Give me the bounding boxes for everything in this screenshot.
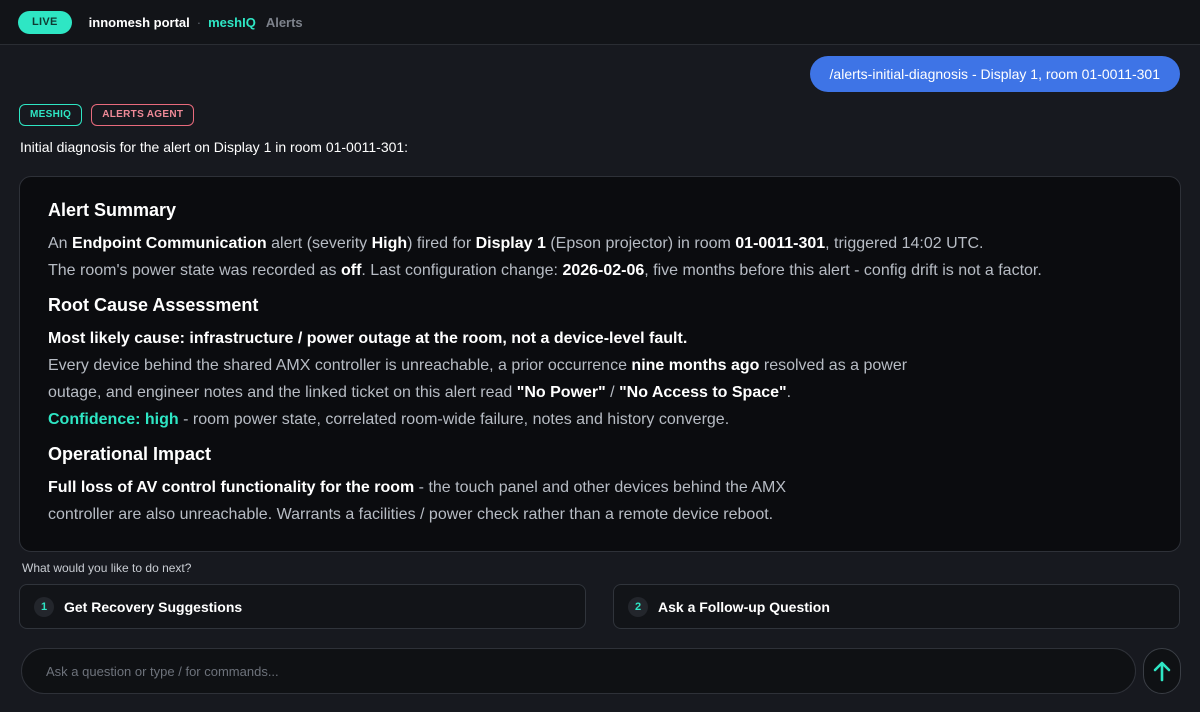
send-button[interactable] <box>1143 648 1181 694</box>
top-bar: LIVE innomesh portal · meshIQ Alerts <box>0 0 1200 45</box>
live-badge: LIVE <box>18 10 72 34</box>
get-recovery-suggestions-button[interactable]: 1 Get Recovery Suggestions <box>19 584 586 629</box>
breadcrumb-meshiq[interactable]: meshIQ <box>208 15 256 30</box>
alerts-agent-tag: ALERTS AGENT <box>91 104 195 126</box>
alert-summary-heading: Alert Summary <box>48 200 177 220</box>
root-cause-body: Every device behind the shared AMX contr… <box>48 357 908 401</box>
summary-line-2: The room's power state was recorded as o… <box>48 262 1042 279</box>
breadcrumb-alerts[interactable]: Alerts <box>266 15 303 30</box>
confidence-label: Confidence: high <box>48 411 179 428</box>
action-label: Ask a Follow-up Question <box>658 598 830 615</box>
root-cause-lead: Most likely cause: infrastructure / powe… <box>48 330 688 347</box>
meshiq-tag: MESHIQ <box>19 104 83 126</box>
breadcrumb-separator: · <box>196 14 202 30</box>
diagnosis-card: Alert Summary An Endpoint Communication … <box>19 176 1181 552</box>
alert-summary-section: Alert Summary An Endpoint Communication … <box>48 199 1152 284</box>
user-message-bubble: /alerts-initial-diagnosis - Display 1, r… <box>809 56 1180 92</box>
root-cause-heading: Root Cause Assessment <box>48 295 259 315</box>
summary-line-1: An Endpoint Communication alert (severit… <box>48 235 984 252</box>
confidence-line: Confidence: high - room power state, cor… <box>48 411 730 428</box>
operational-impact-section: Operational Impact Full loss of AV contr… <box>48 443 1152 528</box>
action-number: 1 <box>34 596 54 617</box>
arrow-up-icon <box>1153 661 1171 682</box>
response-intro: Initial diagnosis for the alert on Displ… <box>20 139 409 155</box>
brand-name[interactable]: innomesh portal <box>89 15 190 30</box>
root-cause-section: Root Cause Assessment Most likely cause:… <box>48 294 1152 433</box>
ask-follow-up-button[interactable]: 2 Ask a Follow-up Question <box>613 584 1180 629</box>
action-number: 2 <box>628 596 648 617</box>
operational-impact-heading: Operational Impact <box>48 444 212 464</box>
chat-input[interactable] <box>21 648 1136 694</box>
action-label: Get Recovery Suggestions <box>64 598 243 615</box>
agent-tags: MESHIQ ALERTS AGENT <box>19 104 195 126</box>
next-step-prompt: What would you like to do next? <box>22 561 192 575</box>
impact-body: Full loss of AV control functionality fo… <box>48 479 787 523</box>
